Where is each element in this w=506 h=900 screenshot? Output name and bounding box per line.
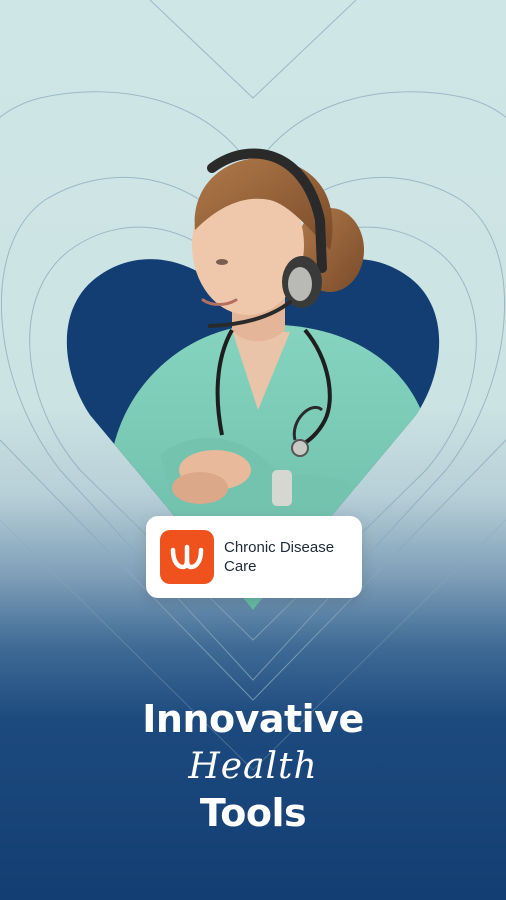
app-logo-w-icon [160,530,214,584]
headline-line-1: Innovative [142,697,364,741]
headline-line-2-script: Health [188,746,318,787]
app-card[interactable]: Chronic Disease Care [146,516,362,598]
headline-line-3: Tools [199,791,307,835]
promo-screen: Chronic Disease Care Innovative Health T… [0,0,506,900]
app-name: Chronic Disease Care [224,539,335,575]
headline: Innovative Health Tools [0,696,506,836]
